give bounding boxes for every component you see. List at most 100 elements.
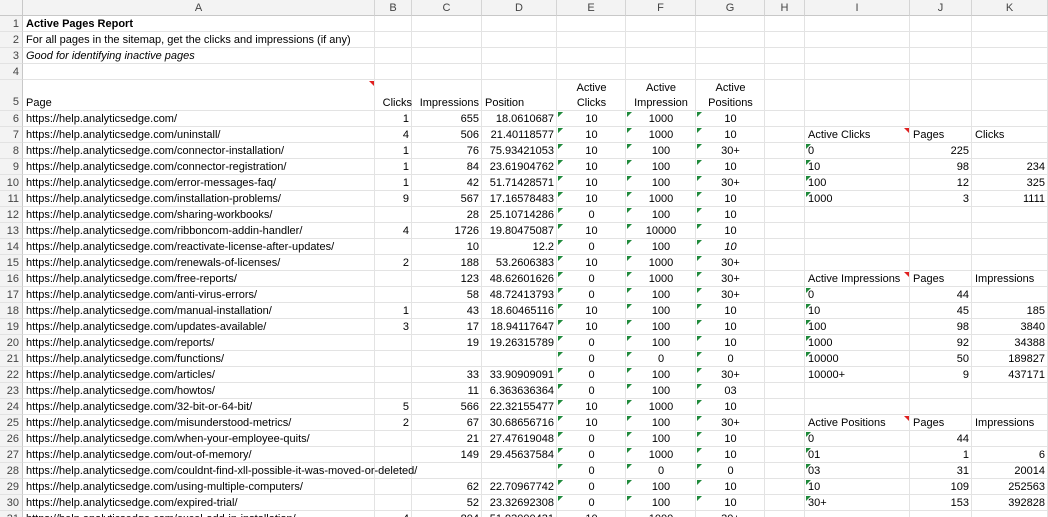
cell-position[interactable]: 19.80475087 (482, 223, 557, 239)
cell-active-positions[interactable]: 0 (696, 463, 765, 479)
summary-positions-pages[interactable]: 31 (910, 463, 972, 479)
cell-active-impression[interactable]: 100 (626, 495, 696, 511)
row-header-9[interactable]: 9 (0, 159, 23, 175)
cell-active-positions[interactable]: 10 (696, 335, 765, 351)
cell-position[interactable]: 12.2 (482, 239, 557, 255)
cell-impressions[interactable]: 28 (412, 207, 482, 223)
cell-active-clicks[interactable]: 10 (557, 303, 626, 319)
row-header-26[interactable]: 26 (0, 431, 23, 447)
cell-active-impression[interactable]: 100 (626, 431, 696, 447)
row-header-30[interactable]: 30 (0, 495, 23, 511)
column-header-h[interactable]: H (765, 0, 805, 16)
cell-active-impression[interactable]: 100 (626, 319, 696, 335)
summary-impressions-pages[interactable]: 44 (910, 287, 972, 303)
cell-active-impression[interactable]: 0 (626, 463, 696, 479)
header-active-clicks-line1[interactable]: Active (557, 80, 626, 96)
cell-position[interactable]: 30.68656716 (482, 415, 557, 431)
cell-active-impression[interactable]: 100 (626, 159, 696, 175)
cell-position[interactable]: 27.47619048 (482, 431, 557, 447)
row-header-24[interactable]: 24 (0, 399, 23, 415)
row-header-3[interactable]: 3 (0, 48, 23, 64)
summary-clicks-bucket[interactable]: 1000 (805, 191, 910, 207)
cell-impressions[interactable]: 42 (412, 175, 482, 191)
row-header-15[interactable]: 15 (0, 255, 23, 271)
cell-active-clicks[interactable]: 0 (557, 447, 626, 463)
cell-impressions[interactable]: 566 (412, 399, 482, 415)
cell-impressions[interactable]: 84 (412, 159, 482, 175)
cell-impressions[interactable]: 76 (412, 143, 482, 159)
summary-clicks-header-pages[interactable]: Pages (910, 127, 972, 143)
summary-positions-pages[interactable]: 1 (910, 447, 972, 463)
cell-active-clicks[interactable]: 0 (557, 239, 626, 255)
cell-page-url[interactable]: https://help.analyticsedge.com/couldnt-f… (23, 463, 503, 479)
cell-active-positions[interactable]: 10 (696, 303, 765, 319)
cell-active-positions[interactable]: 0 (696, 351, 765, 367)
header-active-clicks-line2[interactable]: Clicks (557, 95, 626, 111)
header-clicks[interactable]: Clicks (375, 95, 415, 111)
cell-active-clicks[interactable]: 0 (557, 287, 626, 303)
cell-active-positions[interactable]: 10 (696, 447, 765, 463)
cell-active-positions-partial[interactable]: 30+ (696, 511, 765, 517)
cell-active-clicks[interactable]: 10 (557, 415, 626, 431)
row-header-29[interactable]: 29 (0, 479, 23, 495)
cell-active-impression[interactable]: 0 (626, 351, 696, 367)
summary-positions-pages[interactable]: 109 (910, 479, 972, 495)
summary-positions-value[interactable]: 6 (972, 447, 1048, 463)
header-position[interactable]: Position (482, 95, 557, 111)
cell-active-positions[interactable]: 30+ (696, 367, 765, 383)
cell-position[interactable]: 22.32155477 (482, 399, 557, 415)
cell-clicks[interactable]: 4 (375, 127, 412, 143)
cell-impressions[interactable]: 33 (412, 367, 482, 383)
cell-active-positions[interactable]: 10 (696, 111, 765, 127)
summary-impressions-value[interactable]: 34388 (972, 335, 1048, 351)
row-header-27[interactable]: 27 (0, 447, 23, 463)
summary-clicks-bucket[interactable]: 0 (805, 143, 910, 159)
cell-active-positions[interactable]: 03 (696, 383, 765, 399)
cell-clicks[interactable]: 1 (375, 303, 412, 319)
cell-position[interactable]: 17.16578483 (482, 191, 557, 207)
row-header-18[interactable]: 18 (0, 303, 23, 319)
cell-active-positions[interactable]: 10 (696, 159, 765, 175)
column-header-k[interactable]: K (972, 0, 1048, 16)
cell-active-positions[interactable]: 10 (696, 207, 765, 223)
summary-clicks-value[interactable]: 234 (972, 159, 1048, 175)
row-header-6[interactable]: 6 (0, 111, 23, 127)
column-header-i[interactable]: I (805, 0, 910, 16)
cell-active-positions[interactable]: 10 (696, 399, 765, 415)
cell-position[interactable]: 33.90909091 (482, 367, 557, 383)
cell-active-impression[interactable]: 1000 (626, 127, 696, 143)
cell-active-positions[interactable]: 10 (696, 223, 765, 239)
summary-clicks-header-value[interactable]: Clicks (972, 127, 1048, 143)
header-impressions[interactable]: Impressions (412, 95, 482, 111)
cell-active-clicks[interactable]: 10 (557, 159, 626, 175)
summary-clicks-bucket[interactable]: 10 (805, 159, 910, 175)
cell-position[interactable]: 18.60465116 (482, 303, 557, 319)
cell-position[interactable]: 48.62601626 (482, 271, 557, 287)
cell-impressions[interactable]: 1726 (412, 223, 482, 239)
summary-positions-bucket[interactable]: 0 (805, 431, 910, 447)
summary-impressions-header-label[interactable]: Active Impressions (805, 271, 915, 287)
cell-clicks[interactable]: 4 (375, 223, 412, 239)
summary-positions-header-label[interactable]: Active Positions (805, 415, 915, 431)
cell-clicks[interactable]: 2 (375, 255, 412, 271)
row-header-10[interactable]: 10 (0, 175, 23, 191)
summary-clicks-pages[interactable]: 12 (910, 175, 972, 191)
cell-active-impression[interactable]: 100 (626, 367, 696, 383)
cell-active-positions[interactable]: 30+ (696, 271, 765, 287)
report-note[interactable]: Good for identifying inactive pages (23, 48, 423, 64)
summary-positions-bucket[interactable]: 03 (805, 463, 910, 479)
cell-position-partial[interactable]: 51.93000431 (482, 511, 557, 517)
row-header-20[interactable]: 20 (0, 335, 23, 351)
cell-active-positions[interactable]: 30+ (696, 287, 765, 303)
cell-active-positions[interactable]: 30+ (696, 415, 765, 431)
cell-active-impression[interactable]: 1000 (626, 111, 696, 127)
summary-impressions-pages[interactable]: 50 (910, 351, 972, 367)
cell-position[interactable]: 29.45637584 (482, 447, 557, 463)
cell-impressions[interactable]: 17 (412, 319, 482, 335)
summary-impressions-value[interactable]: 437171 (972, 367, 1048, 383)
cell-active-positions[interactable]: 10 (696, 431, 765, 447)
row-header-11[interactable]: 11 (0, 191, 23, 207)
cell-active-clicks[interactable]: 10 (557, 319, 626, 335)
cell-active-positions[interactable]: 10 (696, 479, 765, 495)
cell-position[interactable]: 22.70967742 (482, 479, 557, 495)
